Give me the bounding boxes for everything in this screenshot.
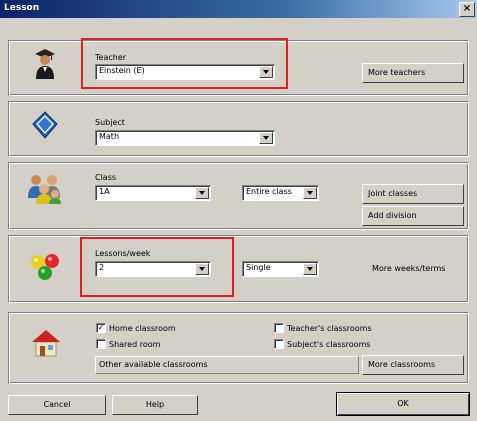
teachers-classrooms-label: Teacher's classrooms bbox=[287, 324, 372, 333]
class-dropdown[interactable]: 1A bbox=[95, 185, 211, 201]
home-classroom-checkbox[interactable]: ✓ bbox=[96, 323, 106, 333]
balls-icon bbox=[28, 252, 64, 282]
class-scope-value: Entire class bbox=[246, 187, 292, 196]
teacher-highlight bbox=[81, 38, 288, 89]
subject-panel bbox=[8, 101, 469, 157]
lesson-mode-dropdown[interactable]: Single bbox=[242, 261, 319, 277]
class-label: Class bbox=[95, 173, 117, 182]
subject-value: Math bbox=[99, 132, 120, 141]
teacher-icon bbox=[34, 46, 56, 80]
chevron-down-icon[interactable] bbox=[303, 187, 317, 199]
book-icon bbox=[29, 110, 59, 140]
subjects-classrooms-checkbox[interactable] bbox=[274, 339, 284, 349]
subject-dropdown[interactable]: Math bbox=[95, 130, 275, 146]
class-scope-dropdown[interactable]: Entire class bbox=[242, 185, 319, 201]
students-icon bbox=[25, 170, 65, 204]
other-classrooms-field[interactable]: Other available classrooms bbox=[95, 356, 359, 374]
lesson-mode-value: Single bbox=[246, 263, 271, 272]
shared-room-checkbox[interactable] bbox=[96, 339, 106, 349]
add-division-button[interactable]: Add division bbox=[362, 206, 464, 226]
house-icon bbox=[30, 328, 62, 358]
subject-label: Subject bbox=[95, 118, 125, 127]
close-button[interactable]: × bbox=[459, 2, 475, 17]
lessons-highlight bbox=[80, 237, 234, 297]
more-teachers-button[interactable]: More teachers bbox=[362, 63, 464, 83]
class-value: 1A bbox=[99, 187, 110, 196]
chevron-down-icon[interactable] bbox=[195, 187, 209, 199]
help-button[interactable]: Help bbox=[112, 395, 198, 415]
cancel-button[interactable]: Cancel bbox=[8, 395, 106, 415]
chevron-down-icon[interactable] bbox=[303, 263, 317, 275]
subjects-classrooms-label: Subject's classrooms bbox=[287, 340, 371, 349]
teachers-classrooms-checkbox[interactable] bbox=[274, 323, 284, 333]
home-classroom-label: Home classroom bbox=[109, 324, 176, 333]
joint-classes-button[interactable]: Joint classes bbox=[362, 184, 464, 204]
more-classrooms-button[interactable]: More classrooms bbox=[362, 355, 464, 375]
shared-room-label: Shared room bbox=[109, 340, 161, 349]
more-weeks-link[interactable]: More weeks/terms bbox=[372, 264, 445, 273]
chevron-down-icon[interactable] bbox=[259, 132, 273, 144]
ok-button[interactable]: OK bbox=[336, 392, 470, 416]
window-title: Lesson bbox=[4, 3, 40, 13]
title-bar bbox=[0, 0, 477, 18]
